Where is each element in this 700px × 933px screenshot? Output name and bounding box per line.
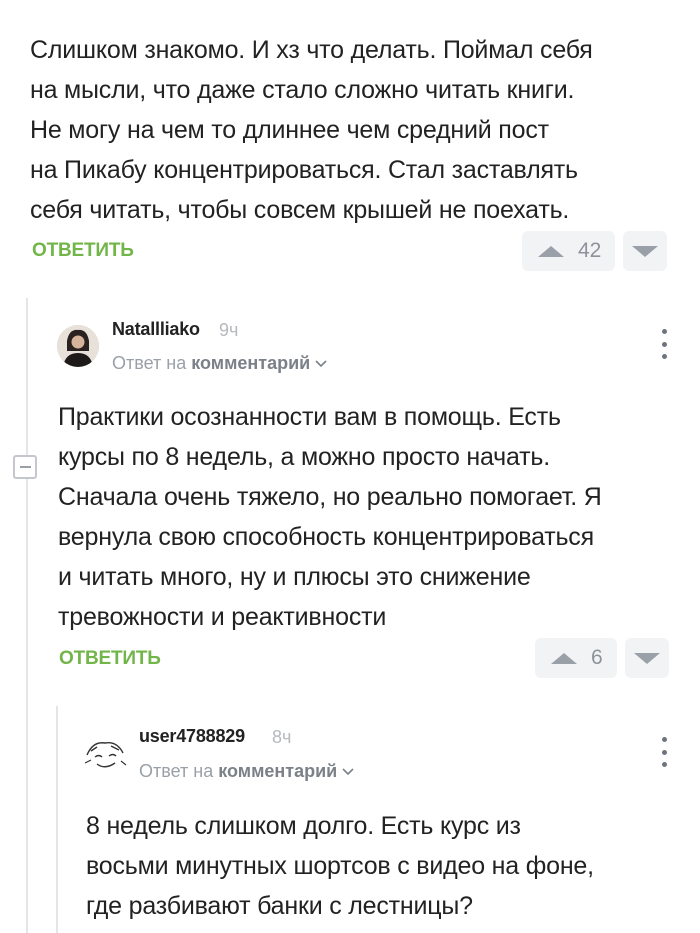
more-vertical-icon <box>661 329 667 334</box>
comment-3-time: 8ч <box>272 727 292 747</box>
comment-2-line: курсы по 8 недель, а можно просто начать… <box>58 443 550 471</box>
comment-2-line: и читать много, ну и плюсы это снижение <box>58 563 531 591</box>
comment-3-author[interactable]: user4788829 <box>139 726 245 747</box>
comment-2-vote: 6 <box>535 638 669 678</box>
comment-3-line: восьми минутных шортсов с видео на фоне, <box>86 852 594 880</box>
avatar[interactable] <box>83 733 127 773</box>
comment-3-more-button[interactable] <box>654 737 674 767</box>
comment-2-time: 9ч <box>219 320 239 340</box>
comment-3-reply-to[interactable]: Ответ на комментарий <box>139 761 354 782</box>
more-vertical-icon <box>661 737 667 742</box>
comment-2-line: тревожности и реактивности <box>58 603 387 631</box>
vote-down-icon <box>632 245 659 257</box>
comment-1-rating: 42 <box>578 239 602 262</box>
chevron-down-icon <box>342 767 354 775</box>
comment-2-downvote-button[interactable] <box>624 638 669 678</box>
vote-up-icon <box>551 652 577 664</box>
chevron-down-icon <box>315 359 327 367</box>
avatar-image <box>57 325 99 367</box>
comment-2-reply-button[interactable]: ОТВЕТИТЬ <box>59 648 161 670</box>
reply-to-prefix: Ответ на <box>112 353 187 373</box>
comment-2-upvote-button[interactable]: 6 <box>535 638 617 678</box>
collapse-icon <box>19 466 31 468</box>
comment-1-reply-button[interactable]: ОТВЕТИТЬ <box>32 240 134 262</box>
comment-1-line: на мысли, что даже стало сложно читать к… <box>30 76 575 104</box>
comment-1-line: Не могу на чем то длиннее чем средний по… <box>30 116 549 144</box>
avatar[interactable] <box>57 325 99 367</box>
comment-1-line: на Пикабу концентрироваться. Стал застав… <box>30 156 578 184</box>
comment-1-upvote-button[interactable]: 42 <box>522 231 616 271</box>
comment-2-line: Сначала очень тяжело, но реально помогае… <box>58 483 602 511</box>
reply-to-target[interactable]: комментарий <box>191 353 310 374</box>
thread-line-level-1[interactable] <box>26 298 28 933</box>
vote-down-icon <box>633 652 660 664</box>
avatar-image <box>83 733 127 773</box>
comment-2-rating: 6 <box>591 646 603 669</box>
reply-to-prefix: Ответ на <box>139 761 214 781</box>
vote-up-icon <box>538 245 564 257</box>
comment-3-line: где разбивают банки с лестницы? <box>86 892 473 920</box>
comment-2-line: вернула свою способность концентрировать… <box>58 523 594 551</box>
comment-1-vote: 42 <box>522 231 668 271</box>
reply-to-target[interactable]: комментарий <box>218 761 337 782</box>
comment-3-line: 8 недель слишком долго. Есть курс из <box>86 812 521 840</box>
comment-2-line: Практики осознанности вам в помощь. Есть <box>58 403 561 431</box>
comment-2-reply-to[interactable]: Ответ на комментарий <box>112 353 327 374</box>
comment-2-author[interactable]: Natallliako <box>112 319 200 340</box>
thread-line-level-2[interactable] <box>56 706 58 933</box>
comment-1-line: себя читать, чтобы совсем крышей не поех… <box>30 196 570 224</box>
comment-1-downvote-button[interactable] <box>623 231 668 271</box>
comment-2-more-button[interactable] <box>654 329 674 359</box>
collapse-thread-button[interactable] <box>13 455 37 479</box>
comment-1-line: Слишком знакомо. И хз что делать. Поймал… <box>30 36 593 64</box>
